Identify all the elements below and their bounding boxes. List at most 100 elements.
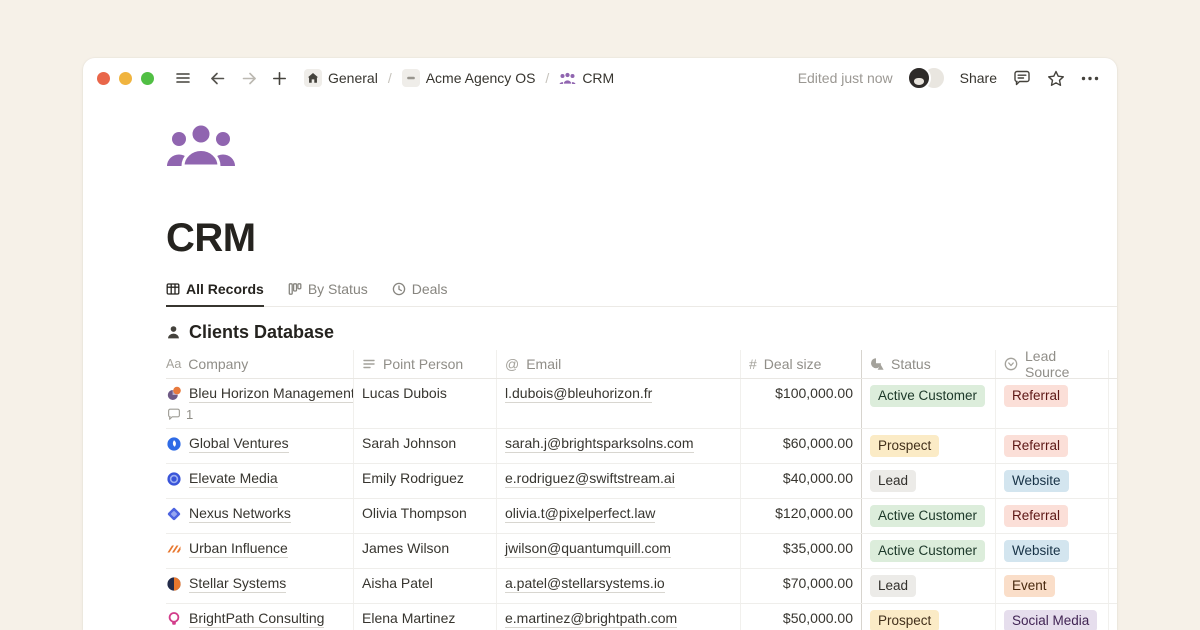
lead-source-badge[interactable]: Website	[1004, 470, 1069, 492]
tab-deals[interactable]: Deals	[392, 281, 448, 307]
email-cell[interactable]: e.martinez@brightpath.com	[497, 604, 741, 630]
column-header-company[interactable]: AaCompany	[166, 350, 354, 378]
point-person-cell[interactable]: Emily Rodriguez	[354, 464, 497, 498]
new-page-icon[interactable]	[266, 65, 292, 91]
status-badge[interactable]: Prospect	[870, 435, 939, 457]
email-cell[interactable]: l.dubois@bleuhorizon.fr	[497, 379, 741, 428]
company-cell[interactable]: Elevate Media	[166, 464, 354, 498]
email-link[interactable]: jwilson@quantumquill.com	[505, 540, 671, 558]
company-name[interactable]: BrightPath Consulting	[189, 610, 324, 628]
lead-source-badge[interactable]: Event	[1004, 575, 1055, 597]
sidebar-menu-icon[interactable]	[170, 65, 196, 91]
lead-source-cell[interactable]: Referral	[996, 429, 1109, 463]
window-toolbar: General / Acme Agency OS / CRM Edited ju…	[83, 58, 1117, 98]
deal-size-cell[interactable]: $70,000.00	[741, 569, 862, 603]
company-cell[interactable]: Bleu Horizon Management 1	[166, 379, 354, 428]
deal-size-cell[interactable]: $60,000.00	[741, 429, 862, 463]
column-header-email[interactable]: @Email	[497, 350, 741, 378]
email-link[interactable]: a.patel@stellarsystems.io	[505, 575, 665, 593]
comment-count[interactable]: 1	[166, 407, 193, 422]
email-cell[interactable]: e.rodriguez@swiftstream.ai	[497, 464, 741, 498]
company-name[interactable]: Stellar Systems	[189, 575, 286, 593]
company-logo-urban-influence	[166, 541, 182, 557]
viewer-avatars[interactable]	[907, 66, 946, 90]
status-badge[interactable]: Lead	[870, 575, 916, 597]
point-person-cell[interactable]: Lucas Dubois	[354, 379, 497, 428]
email-link[interactable]: l.dubois@bleuhorizon.fr	[505, 385, 652, 403]
status-badge[interactable]: Active Customer	[870, 385, 985, 407]
breadcrumb-acme-agency-os[interactable]: Acme Agency OS	[398, 67, 540, 89]
email-link[interactable]: e.rodriguez@swiftstream.ai	[505, 470, 675, 488]
favorite-star-icon[interactable]	[1047, 70, 1065, 87]
status-badge[interactable]: Prospect	[870, 610, 939, 630]
company-cell[interactable]: BrightPath Consulting	[166, 604, 354, 630]
lead-source-cell[interactable]: Referral	[996, 499, 1109, 533]
tab-by-status[interactable]: By Status	[288, 281, 368, 307]
status-cell[interactable]: Prospect	[862, 429, 996, 463]
company-cell[interactable]: Nexus Networks	[166, 499, 354, 533]
lead-source-cell[interactable]: Event	[996, 569, 1109, 603]
share-button[interactable]: Share	[960, 70, 997, 86]
status-badge[interactable]: Lead	[870, 470, 916, 492]
point-person-cell[interactable]: Aisha Patel	[354, 569, 497, 603]
email-link[interactable]: e.martinez@brightpath.com	[505, 610, 677, 628]
lead-source-cell[interactable]: Website	[996, 464, 1109, 498]
lead-source-badge[interactable]: Referral	[1004, 435, 1068, 457]
email-cell[interactable]: jwilson@quantumquill.com	[497, 534, 741, 568]
back-icon[interactable]	[204, 65, 230, 91]
status-cell[interactable]: Active Customer	[862, 379, 996, 428]
status-badge[interactable]: Active Customer	[870, 505, 985, 527]
breadcrumb: General / Acme Agency OS / CRM	[300, 67, 618, 89]
company-name[interactable]: Global Ventures	[189, 435, 289, 453]
company-name[interactable]: Urban Influence	[189, 540, 288, 558]
lead-source-cell[interactable]: Referral	[996, 379, 1109, 428]
status-cell[interactable]: Lead	[862, 464, 996, 498]
column-header-deal-size[interactable]: #Deal size	[741, 350, 862, 378]
company-name[interactable]: Nexus Networks	[189, 505, 291, 523]
point-person-cell[interactable]: James Wilson	[354, 534, 497, 568]
column-header-status[interactable]: Status	[862, 350, 996, 378]
lead-source-badge[interactable]: Referral	[1004, 505, 1068, 527]
company-name[interactable]: Elevate Media	[189, 470, 278, 488]
company-logo-nexus-networks	[166, 506, 182, 522]
point-person-cell[interactable]: Olivia Thompson	[354, 499, 497, 533]
point-person-cell[interactable]: Elena Martinez	[354, 604, 497, 630]
more-options-icon[interactable]	[1081, 76, 1099, 81]
close-window-icon[interactable]	[97, 72, 110, 85]
email-cell[interactable]: a.patel@stellarsystems.io	[497, 569, 741, 603]
lead-source-cell[interactable]: Social Media	[996, 604, 1109, 630]
deal-size-cell[interactable]: $35,000.00	[741, 534, 862, 568]
deal-size-cell[interactable]: $120,000.00	[741, 499, 862, 533]
status-cell[interactable]: Active Customer	[862, 534, 996, 568]
deal-size-cell[interactable]: $40,000.00	[741, 464, 862, 498]
email-cell[interactable]: olivia.t@pixelperfect.law	[497, 499, 741, 533]
minimize-window-icon[interactable]	[119, 72, 132, 85]
lead-source-cell[interactable]: Website	[996, 534, 1109, 568]
company-cell[interactable]: Urban Influence	[166, 534, 354, 568]
lead-source-badge[interactable]: Referral	[1004, 385, 1068, 407]
status-cell[interactable]: Prospect	[862, 604, 996, 630]
company-name[interactable]: Bleu Horizon Management	[189, 385, 354, 403]
email-cell[interactable]: sarah.j@brightsparksolns.com	[497, 429, 741, 463]
email-link[interactable]: sarah.j@brightsparksolns.com	[505, 435, 694, 453]
breadcrumb-general[interactable]: General	[300, 67, 382, 89]
column-header-lead-source[interactable]: Lead Source	[996, 350, 1109, 378]
company-cell[interactable]: Global Ventures	[166, 429, 354, 463]
status-cell[interactable]: Active Customer	[862, 499, 996, 533]
lead-source-badge[interactable]: Website	[1004, 540, 1069, 562]
status-badge[interactable]: Active Customer	[870, 540, 985, 562]
deal-size-cell[interactable]: $50,000.00	[741, 604, 862, 630]
point-person-cell[interactable]: Sarah Johnson	[354, 429, 497, 463]
deal-size-cell[interactable]: $100,000.00	[741, 379, 862, 428]
comments-icon[interactable]	[1013, 70, 1031, 87]
breadcrumb-crm[interactable]: CRM	[555, 68, 618, 88]
lead-source-badge[interactable]: Social Media	[1004, 610, 1097, 630]
company-cell[interactable]: Stellar Systems	[166, 569, 354, 603]
zoom-window-icon[interactable]	[141, 72, 154, 85]
status-cell[interactable]: Lead	[862, 569, 996, 603]
tab-all-records[interactable]: All Records	[166, 281, 264, 307]
people-group-icon[interactable]	[166, 122, 236, 170]
column-header-point-person[interactable]: Point Person	[354, 350, 497, 378]
email-link[interactable]: olivia.t@pixelperfect.law	[505, 505, 655, 523]
forward-icon[interactable]	[236, 65, 262, 91]
